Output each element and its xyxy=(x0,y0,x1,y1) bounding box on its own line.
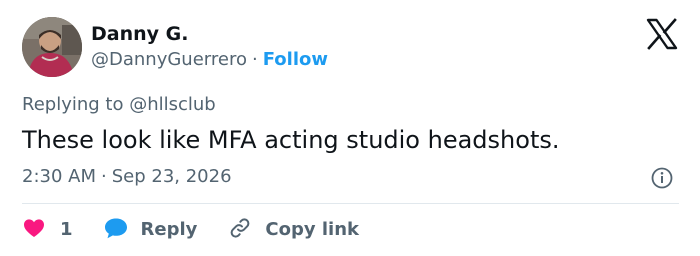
replying-to-label[interactable]: Replying to @hllsclub xyxy=(22,93,216,117)
divider xyxy=(22,203,679,204)
separator-dot: · xyxy=(251,49,258,70)
heart-icon xyxy=(22,216,46,244)
tweet-card: Danny G. @DannyGuerrero · Follow Replying … xyxy=(0,0,700,256)
avatar[interactable] xyxy=(22,17,82,77)
like-count: 1 xyxy=(60,219,73,240)
follow-button[interactable]: Follow xyxy=(263,49,328,70)
speech-bubble-icon xyxy=(103,216,129,244)
copy-link-label: Copy link xyxy=(265,219,359,240)
like-button[interactable]: 1 xyxy=(22,216,73,244)
action-bar: 1 Reply Copy link xyxy=(22,215,359,245)
copy-link-button[interactable]: Copy link xyxy=(227,216,359,244)
author-name[interactable]: Danny G. xyxy=(91,22,188,46)
author-handle-row: @DannyGuerrero · Follow xyxy=(91,48,328,72)
link-icon xyxy=(227,216,253,244)
tweet-date: Sep 23, 2026 xyxy=(111,166,232,187)
reply-button[interactable]: Reply xyxy=(103,216,198,244)
tweet-timestamp[interactable]: 2:30 AM · Sep 23, 2026 xyxy=(22,165,232,189)
tweet-text: These look like MFA acting studio headsh… xyxy=(22,126,560,154)
separator-dot: · xyxy=(101,166,107,187)
info-icon[interactable] xyxy=(650,166,674,190)
tweet-time: 2:30 AM xyxy=(22,166,96,187)
reply-label: Reply xyxy=(140,219,198,240)
x-logo-icon[interactable] xyxy=(645,17,679,51)
author-handle[interactable]: @DannyGuerrero xyxy=(91,49,247,70)
